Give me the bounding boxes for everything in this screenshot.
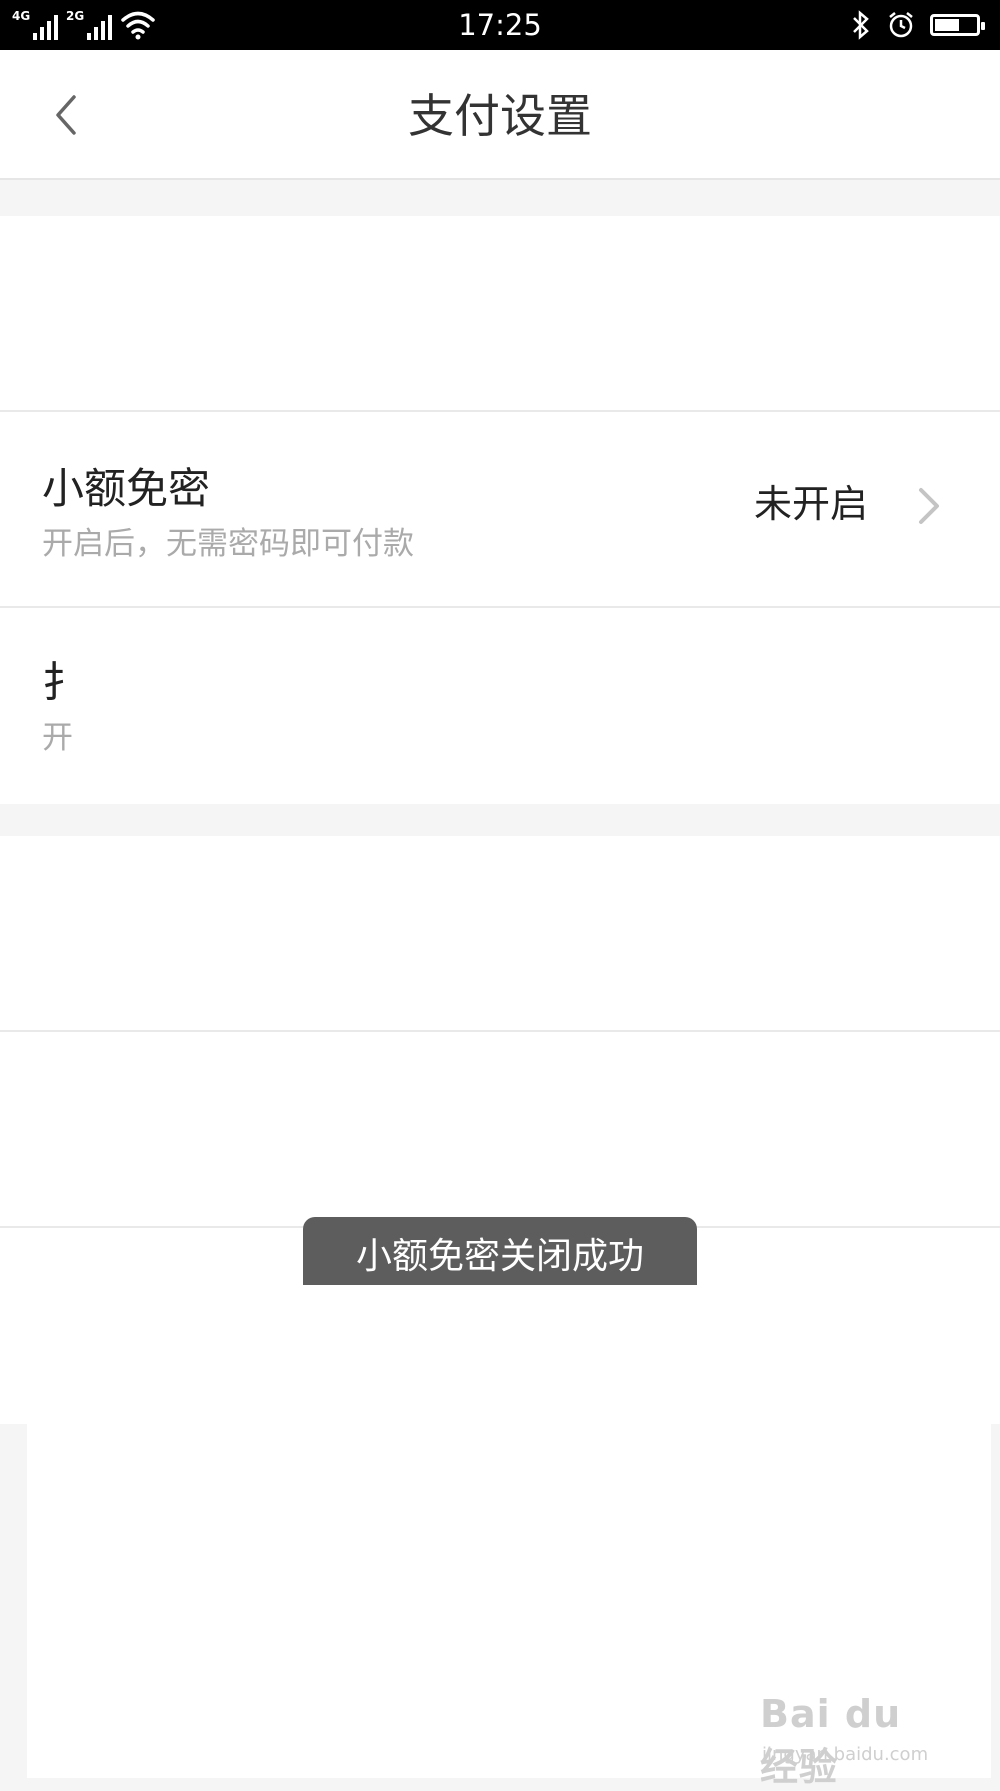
watermark-url: jingyan.baidu.com <box>762 1744 929 1765</box>
header: 支付设置 <box>0 50 1000 180</box>
second-row-subtitle: 开 <box>42 720 73 756</box>
page-title: 支付设置 <box>408 89 592 143</box>
alarm-icon <box>889 12 913 38</box>
chevron-right-icon <box>919 488 939 524</box>
small-pay-title: 小额免密 <box>42 464 211 513</box>
bluetooth-icon <box>853 10 869 40</box>
battery-icon <box>930 14 985 36</box>
small-pay-subtitle: 开启后，无需密码即可付款 <box>42 526 414 562</box>
blank-card-middle <box>0 836 1000 1030</box>
blank-card-top <box>0 216 1000 410</box>
baidu-watermark: Bai du 经验 jingyan.baidu.com <box>748 1668 948 1789</box>
blank-card-lower <box>0 1032 1000 1226</box>
battery-level <box>935 19 959 31</box>
small-pay-row[interactable]: 小额免密 开启后，无需密码即可付款 未开启 <box>0 412 1000 606</box>
status-bar: 4G 2G 17:25 <box>0 0 1000 50</box>
toast-message: 小额免密关闭成功 <box>303 1217 697 1285</box>
status-right <box>850 8 985 42</box>
second-row[interactable]: 扌 开 <box>0 608 1000 804</box>
second-row-title: 扌 <box>42 658 85 707</box>
watermark-logo: Bai du 经验 <box>760 1692 902 1789</box>
small-pay-status: 未开启 <box>753 482 868 526</box>
